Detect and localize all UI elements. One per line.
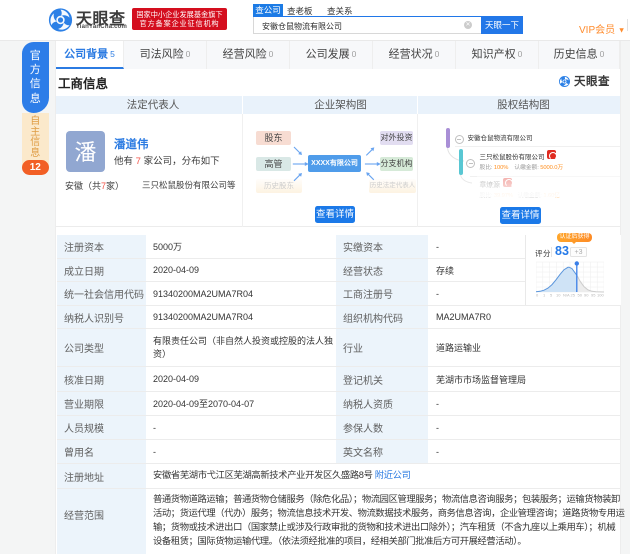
svg-text:95: 95 — [591, 293, 596, 298]
svg-text:50: 50 — [577, 293, 582, 298]
svg-text:5: 5 — [550, 293, 553, 298]
svg-text:0: 0 — [536, 293, 539, 298]
svg-text:N/A: N/A — [563, 293, 570, 298]
svg-text:90: 90 — [584, 293, 589, 298]
svg-text:1: 1 — [543, 293, 546, 298]
svg-text:100: 100 — [597, 293, 604, 298]
svg-text:10: 10 — [556, 293, 561, 298]
svg-text:25: 25 — [570, 293, 575, 298]
